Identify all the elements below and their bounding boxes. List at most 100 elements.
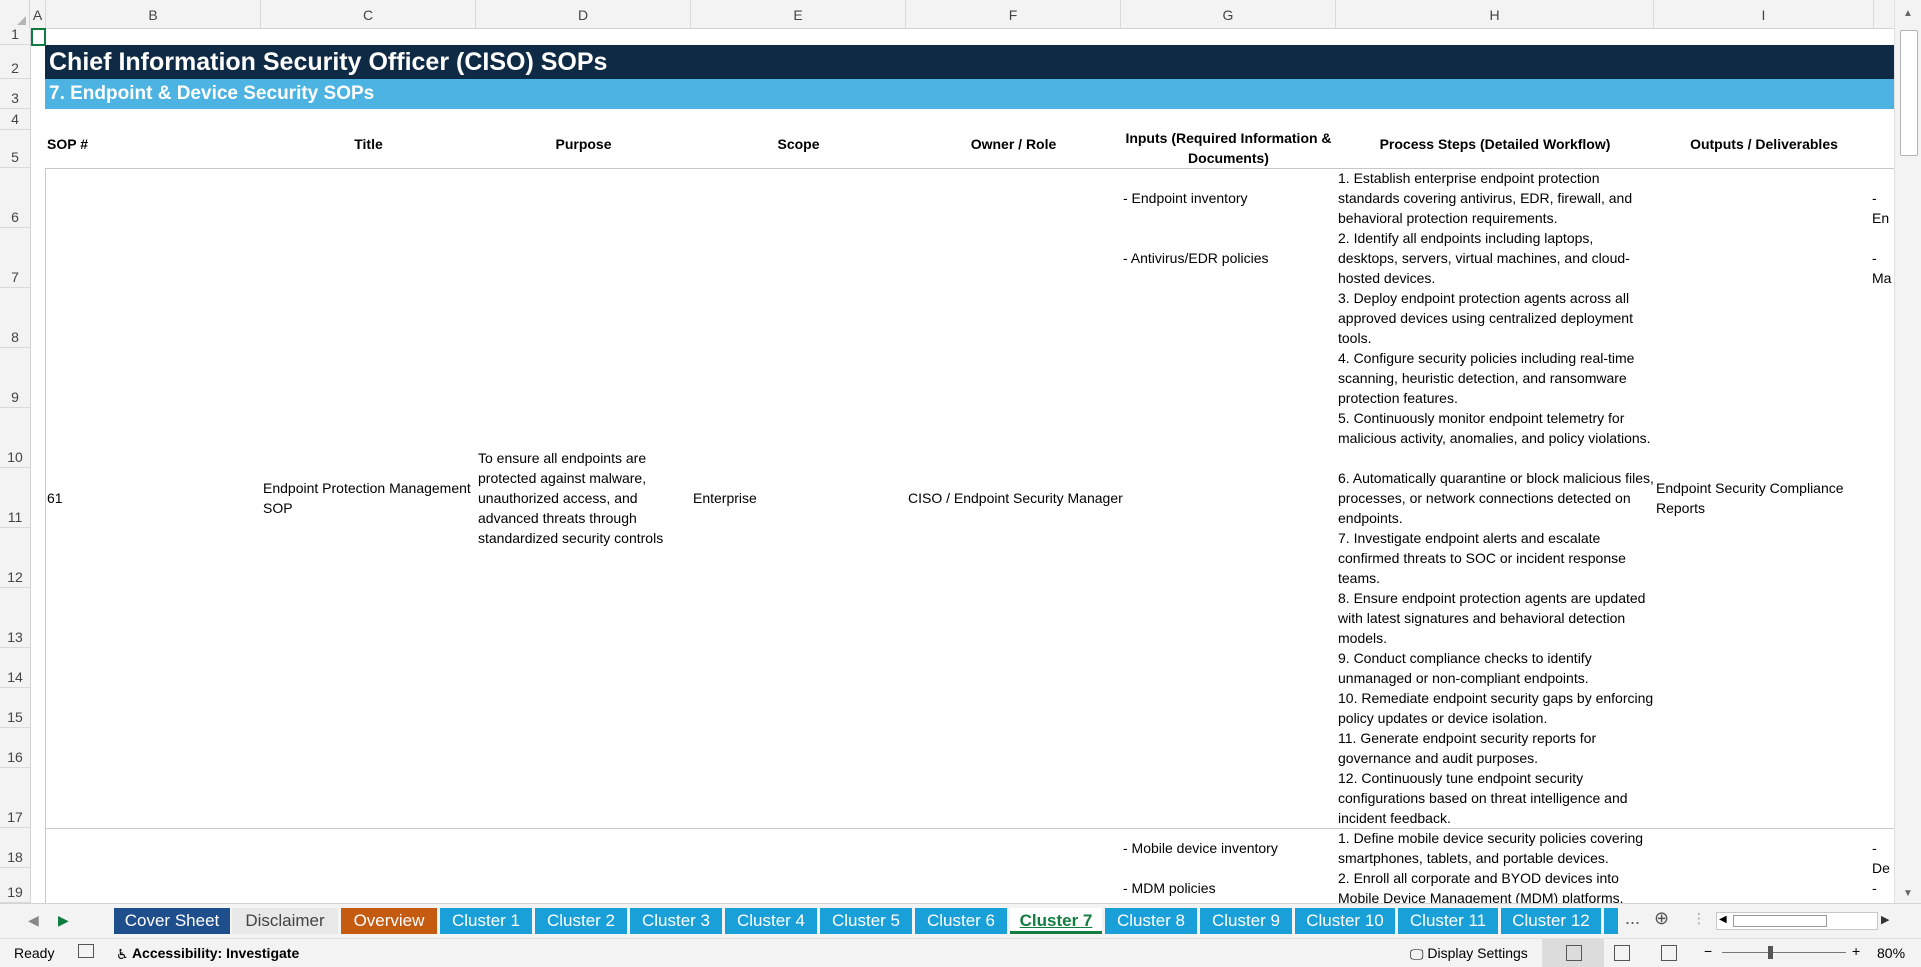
input-item[interactable]: - MDM policies	[1123, 878, 1216, 898]
process-step[interactable]: 1. Establish enterprise endpoint protect…	[1338, 168, 1656, 228]
row-header[interactable]: 4	[0, 109, 30, 130]
column-header-d[interactable]: D	[476, 0, 691, 28]
horizontal-scroll-thumb[interactable]	[1733, 915, 1827, 927]
row-header[interactable]: 2	[0, 45, 30, 79]
zoom-out-icon[interactable]: −	[1704, 943, 1712, 959]
tab-cluster-2[interactable]: Cluster 2	[535, 908, 627, 934]
input-item[interactable]: - Mobile device inventory	[1123, 838, 1278, 858]
row-header[interactable]: 19	[0, 868, 30, 903]
row-header[interactable]: 16	[0, 728, 30, 768]
scroll-up-icon[interactable]: ▲	[1903, 8, 1913, 19]
page-break-preview-icon[interactable]	[1661, 945, 1677, 961]
row-header[interactable]: 17	[0, 768, 30, 828]
row-header[interactable]: 10	[0, 408, 30, 468]
process-step[interactable]: 4. Configure security policies including…	[1338, 348, 1656, 408]
row-header[interactable]: 9	[0, 348, 30, 408]
input-item[interactable]: - Endpoint inventory	[1123, 188, 1248, 208]
row-header[interactable]: 15	[0, 688, 30, 728]
zoom-slider[interactable]	[1722, 952, 1846, 953]
display-settings-button[interactable]: 🖵 Display Settings	[1410, 945, 1528, 963]
row-header[interactable]: 11	[0, 468, 30, 528]
tab-disclaimer[interactable]: Disclaimer	[232, 908, 338, 934]
add-sheet-icon[interactable]: ⊕	[1654, 908, 1669, 929]
tab-cover-sheet[interactable]: Cover Sheet	[114, 908, 230, 934]
scroll-left-icon[interactable]: ◀	[1719, 914, 1727, 925]
outputs-cell[interactable]: Endpoint Security Compliance Reports	[1656, 478, 1866, 518]
more-tabs-button[interactable]: ...	[1625, 908, 1640, 929]
input-item[interactable]: - Antivirus/EDR policies	[1123, 248, 1269, 268]
macro-record-icon[interactable]	[78, 944, 94, 958]
process-step[interactable]: 6. Automatically quarantine or block mal…	[1338, 468, 1656, 528]
tab-cluster-4[interactable]: Cluster 4	[725, 908, 817, 934]
row-header[interactable]: 8	[0, 288, 30, 348]
process-step[interactable]: 1. Define mobile device security policie…	[1338, 828, 1656, 868]
process-step[interactable]: 10. Remediate endpoint security gaps by …	[1338, 688, 1656, 728]
tab-cluster-6[interactable]: Cluster 6	[915, 908, 1007, 934]
purpose-cell[interactable]: To ensure all endpoints are protected ag…	[478, 448, 688, 548]
tab-overflow-partial[interactable]	[1604, 908, 1618, 934]
tab-cluster-8[interactable]: Cluster 8	[1105, 908, 1197, 934]
tab-cluster-10[interactable]: Cluster 10	[1295, 908, 1395, 934]
column-header-h[interactable]: H	[1336, 0, 1654, 28]
column-header-e[interactable]: E	[691, 0, 906, 28]
tab-cluster-5[interactable]: Cluster 5	[820, 908, 912, 934]
column-header-i[interactable]: I	[1654, 0, 1874, 28]
row-header[interactable]: 7	[0, 228, 30, 288]
horizontal-scrollbar[interactable]: ◀	[1716, 912, 1878, 930]
row-header[interactable]: 14	[0, 648, 30, 688]
process-step[interactable]: 5. Continuously monitor endpoint telemet…	[1338, 408, 1656, 448]
tab-scroll-left-icon[interactable]: ◀	[28, 912, 39, 929]
column-header-b[interactable]: B	[46, 0, 261, 28]
row-header[interactable]: 13	[0, 588, 30, 648]
accessibility-icon: ♿	[116, 945, 129, 962]
column-header-g[interactable]: G	[1121, 0, 1336, 28]
sop-title-cell[interactable]: Endpoint Protection Management SOP	[263, 478, 473, 518]
tab-overview[interactable]: Overview	[341, 908, 437, 934]
column-header-f[interactable]: F	[906, 0, 1121, 28]
process-step[interactable]: 12. Continuously tune endpoint security …	[1338, 768, 1656, 828]
tab-cluster-12[interactable]: Cluster 12	[1501, 908, 1601, 934]
select-all-button[interactable]	[0, 0, 30, 28]
zoom-level[interactable]: 80%	[1877, 945, 1905, 961]
row-header[interactable]: 12	[0, 528, 30, 588]
zoom-in-icon[interactable]: +	[1852, 943, 1860, 959]
vertical-scrollbar[interactable]: ▲ ▼	[1894, 0, 1921, 903]
scroll-down-icon[interactable]: ▼	[1903, 888, 1913, 899]
tab-cluster-9[interactable]: Cluster 9	[1200, 908, 1292, 934]
process-step[interactable]: 2. Enroll all corporate and BYOD devices…	[1338, 868, 1656, 903]
process-step[interactable]: 7. Investigate endpoint alerts and escal…	[1338, 528, 1656, 588]
tab-cluster-1[interactable]: Cluster 1	[440, 908, 532, 934]
row-header[interactable]: 6	[0, 168, 30, 228]
tab-cluster-11[interactable]: Cluster 11	[1398, 908, 1498, 934]
row-header[interactable]: 1	[0, 26, 30, 45]
truncated-cell[interactable]: - De	[1872, 838, 1894, 878]
row-header[interactable]: 5	[0, 130, 30, 168]
active-cell-selection[interactable]	[31, 28, 46, 46]
tab-cluster-3[interactable]: Cluster 3	[630, 908, 722, 934]
truncated-cell[interactable]: - En	[1872, 188, 1894, 228]
process-step[interactable]: 8. Ensure endpoint protection agents are…	[1338, 588, 1656, 648]
tab-scroll-right-icon[interactable]: ▶	[58, 912, 69, 929]
truncated-cell[interactable]: - Ma	[1872, 248, 1894, 288]
vertical-scroll-thumb[interactable]	[1900, 30, 1918, 156]
process-step[interactable]: 2. Identify all endpoints including lapt…	[1338, 228, 1656, 288]
scroll-right-icon[interactable]: ▶	[1881, 913, 1889, 926]
column-header-c[interactable]: C	[261, 0, 476, 28]
normal-view-button[interactable]	[1542, 939, 1604, 967]
page-layout-icon[interactable]	[1614, 945, 1630, 961]
process-step[interactable]: 9. Conduct compliance checks to identify…	[1338, 648, 1656, 688]
accessibility-button[interactable]: ♿ Accessibility: Investigate	[116, 945, 299, 963]
sop-number-cell[interactable]: 61	[47, 488, 63, 508]
zoom-slider-thumb[interactable]	[1768, 946, 1773, 959]
column-header-a[interactable]: A	[30, 0, 46, 28]
tab-cluster-7[interactable]: Cluster 7	[1010, 908, 1102, 934]
row-header[interactable]: 3	[0, 79, 30, 109]
truncated-cell[interactable]: - Lo	[1872, 878, 1894, 903]
worksheet-grid[interactable]: Chief Information Security Officer (CISO…	[31, 28, 1894, 903]
row-header[interactable]: 18	[0, 828, 30, 868]
process-step[interactable]: 11. Generate endpoint security reports f…	[1338, 728, 1656, 768]
process-step[interactable]: 3. Deploy endpoint protection agents acr…	[1338, 288, 1656, 348]
owner-cell[interactable]: CISO / Endpoint Security Manager	[908, 488, 1123, 508]
options-dots-icon[interactable]: ⋮	[1692, 910, 1706, 927]
scope-cell[interactable]: Enterprise	[693, 488, 757, 508]
